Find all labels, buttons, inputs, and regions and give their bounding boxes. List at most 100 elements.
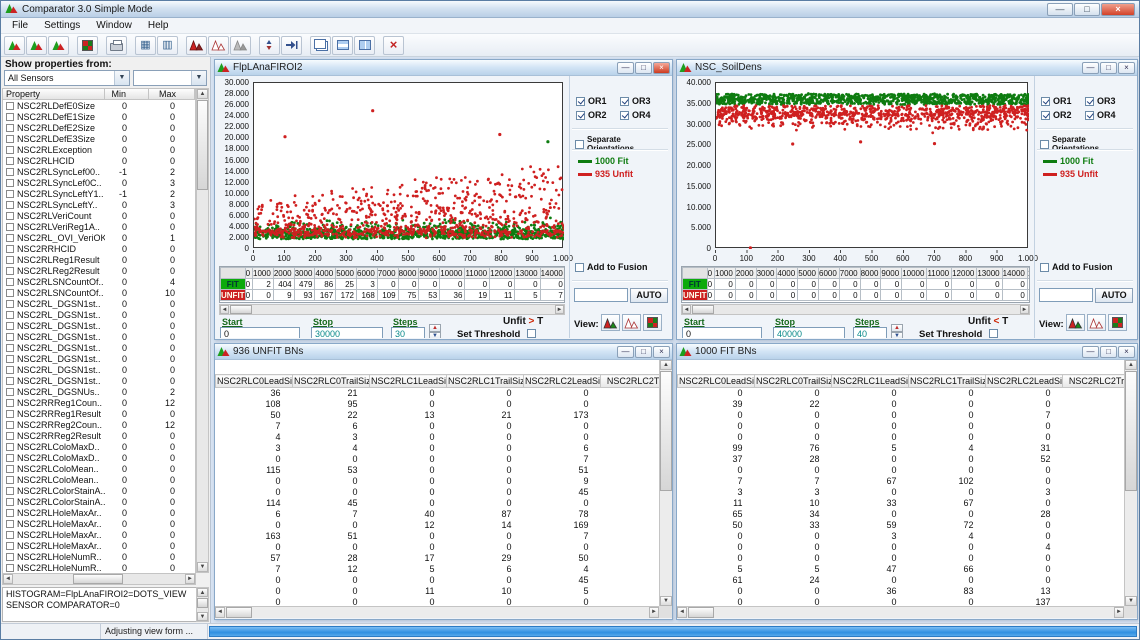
table-view-icon[interactable]: ▦ — [135, 36, 156, 55]
save-comparison-icon[interactable] — [48, 36, 69, 55]
close-icon[interactable]: × — [653, 62, 670, 74]
child-window-titlebar[interactable]: FlpLAnaFIROI2—□× — [215, 60, 672, 76]
scroll-up-icon[interactable]: ▲ — [1125, 360, 1137, 370]
property-row[interactable]: NSC2RL_DGSN1st..00 — [3, 320, 195, 331]
table-row[interactable]: 000045 — [216, 487, 660, 498]
scroll-right-icon[interactable]: ► — [1114, 607, 1124, 618]
property-row[interactable]: NSC2RLSNCountOf..04 — [3, 276, 195, 287]
property-checkbox[interactable] — [6, 432, 14, 440]
table-column-header[interactable]: NSC2RLC0TrailSize — [755, 375, 832, 388]
table-row[interactable]: 712564 — [216, 564, 660, 575]
table-hscrollbar[interactable]: ◄► — [215, 606, 659, 618]
table-row[interactable]: 65340028 — [678, 509, 1125, 520]
table-hscrollbar[interactable]: ◄► — [677, 606, 1124, 618]
minimize-icon[interactable]: — — [1047, 3, 1073, 16]
or4-checkbox[interactable] — [620, 111, 629, 120]
scroll-left-icon[interactable]: ◄ — [682, 305, 691, 314]
or4-checkbox[interactable] — [1085, 111, 1094, 120]
property-row[interactable]: NSC2RRReg2Coun..012 — [3, 419, 195, 430]
property-row[interactable]: NSC2RLColorStainA..00 — [3, 485, 195, 496]
property-checkbox[interactable] — [6, 245, 14, 253]
scroll-up-icon[interactable]: ▲ — [197, 89, 208, 99]
property-row[interactable]: NSC2RLHoleMaxAr..00 — [3, 529, 195, 540]
scrollbar-thumb[interactable] — [230, 305, 252, 314]
property-row[interactable]: NSC2RLDefE1Size00 — [3, 111, 195, 122]
table-column-header[interactable]: NSC2RLC2LeadSize — [524, 375, 601, 388]
maximize-icon[interactable]: □ — [1074, 3, 1100, 16]
table-row[interactable]: 00000 — [678, 553, 1125, 564]
scrollbar-thumb[interactable] — [226, 607, 252, 618]
table-row[interactable]: 5547660 — [678, 564, 1125, 575]
property-checkbox[interactable] — [6, 300, 14, 308]
property-checkbox[interactable] — [6, 157, 14, 165]
close-all-icon[interactable]: × — [383, 36, 404, 55]
table-column-header[interactable]: NSC2RLC0TrailSize — [293, 375, 370, 388]
scrollbar-thumb[interactable] — [197, 100, 208, 190]
spin-up-icon[interactable]: ▲ — [891, 324, 903, 332]
menu-item-window[interactable]: Window — [88, 19, 140, 33]
close-icon[interactable]: × — [1118, 62, 1135, 74]
property-checkbox[interactable] — [6, 443, 14, 451]
stop-input[interactable]: 40000 — [773, 327, 845, 338]
histogram-outline-view-icon[interactable] — [208, 36, 229, 55]
scroll-left-icon[interactable]: ◄ — [220, 305, 229, 314]
table-row[interactable]: 00000 — [678, 388, 1125, 399]
sensor-command-text[interactable]: HISTOGRAM=FlpLAnaFIROI2=DOTS_VIEW SENSOR… — [2, 587, 209, 622]
view-dots-button[interactable] — [622, 314, 641, 331]
table-row[interactable]: 00000 — [216, 542, 660, 553]
steps-stepper[interactable]: ▲▼ — [429, 324, 441, 338]
add-to-fusion-checkbox[interactable] — [575, 263, 584, 272]
property-row[interactable]: NSC2RLHoleMaxAr..00 — [3, 518, 195, 529]
table-properties-icon[interactable]: ▥ — [157, 36, 178, 55]
set-threshold-checkbox[interactable] — [989, 329, 998, 338]
property-checkbox[interactable] — [6, 487, 14, 495]
table-row[interactable]: 37280052 — [678, 454, 1125, 465]
separate-orientations-checkbox[interactable] — [575, 140, 584, 149]
print-icon[interactable] — [106, 36, 127, 55]
steps-input[interactable]: 40 — [853, 327, 887, 338]
scroll-left-icon[interactable]: ◄ — [677, 607, 687, 618]
table-row[interactable]: 0000137 — [678, 597, 1125, 607]
property-row[interactable]: NSC2RLHoleNumR..00 — [3, 562, 195, 573]
scroll-right-icon[interactable]: ► — [185, 574, 195, 584]
new-comparison-icon[interactable] — [4, 36, 25, 55]
table-column-header[interactable]: NSC2RLC0LeadSize — [216, 375, 293, 388]
minimize-icon[interactable]: — — [1082, 62, 1099, 74]
property-row[interactable]: NSC2RLSyncLef0C..03 — [3, 177, 195, 188]
property-row[interactable]: NSC2RL_OVI_VeriOK01 — [3, 232, 195, 243]
steps-stepper[interactable]: ▲▼ — [891, 324, 903, 338]
property-row[interactable]: NSC2RRHCID00 — [3, 243, 195, 254]
property-checkbox[interactable] — [6, 256, 14, 264]
property-row[interactable]: NSC2RLVeriReg1A..00 — [3, 221, 195, 232]
stop-input[interactable]: 30000 — [311, 327, 383, 338]
table-vscrollbar[interactable]: ▲▼ — [659, 360, 672, 606]
property-checkbox[interactable] — [6, 542, 14, 550]
open-comparison-icon[interactable] — [26, 36, 47, 55]
or2-checkbox[interactable] — [576, 111, 585, 120]
property-checkbox[interactable] — [6, 410, 14, 418]
table-column-header[interactable]: NSC2RLC1LeadSize — [370, 375, 447, 388]
table-row[interactable]: 34006 — [216, 443, 660, 454]
histogram-hscrollbar[interactable]: ◄► — [219, 304, 565, 315]
table-row[interactable]: 50221321173 — [216, 410, 660, 421]
property-checkbox[interactable] — [6, 553, 14, 561]
table-row[interactable]: 77671020 — [678, 476, 1125, 487]
table-row[interactable]: 00000 — [678, 465, 1125, 476]
property-checkbox[interactable] — [6, 333, 14, 341]
table-column-header[interactable]: NSC2RLC1LeadSize — [832, 375, 909, 388]
scroll-right-icon[interactable]: ► — [555, 305, 564, 314]
view-dots-button[interactable] — [1087, 314, 1106, 331]
or1-checkbox[interactable] — [1041, 97, 1050, 106]
property-row[interactable]: NSC2RL_DGSN1st..00 — [3, 309, 195, 320]
property-checkbox[interactable] — [6, 531, 14, 539]
table-row[interactable]: 0011105 — [216, 586, 660, 597]
table-window-unfit-bns[interactable]: 936 UNFIT BNs—□×NSC2RLC0LeadSizeNSC2RLC0… — [214, 343, 673, 620]
property-row[interactable]: NSC2RLHCID00 — [3, 155, 195, 166]
property-checkbox[interactable] — [6, 190, 14, 198]
scroll-down-icon[interactable]: ▼ — [197, 562, 208, 572]
child-window-titlebar[interactable]: 1000 FIT BNs—□× — [677, 344, 1137, 360]
minimize-icon[interactable]: — — [617, 346, 634, 358]
property-checkbox[interactable] — [6, 366, 14, 374]
property-row[interactable]: NSC2RL_DGSN1st..00 — [3, 342, 195, 353]
scrollbar-thumb[interactable] — [197, 598, 208, 608]
